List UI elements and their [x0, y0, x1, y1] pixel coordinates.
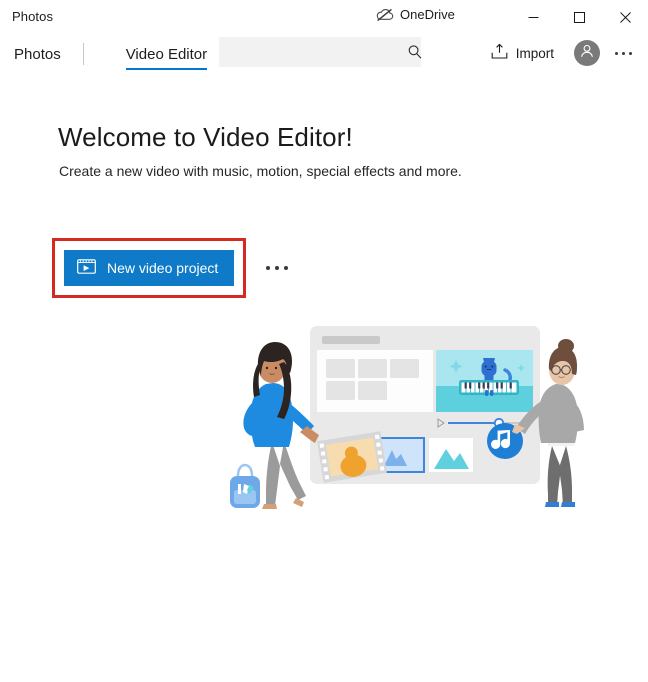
search-input[interactable]: [219, 43, 407, 61]
import-button[interactable]: Import: [483, 37, 562, 69]
avatar[interactable]: [574, 40, 600, 66]
tab-video-editor-underline: [125, 68, 208, 70]
tab-video-editor[interactable]: Video Editor: [125, 46, 208, 72]
video-project-icon: [77, 258, 96, 278]
window-controls: [510, 0, 648, 34]
search-box[interactable]: [219, 37, 423, 67]
more-horizontal-icon: [266, 266, 271, 270]
command-bar: Photos Video Editor Import: [0, 34, 648, 72]
illustration-preview-pane: [436, 350, 533, 412]
illustration-canvas: [230, 326, 584, 509]
title-bar: Photos OneDrive: [0, 0, 648, 34]
tab-strip: Photos Video Editor: [0, 34, 208, 72]
highlight-annotation: New video project: [52, 238, 247, 298]
import-icon: [491, 43, 508, 63]
tab-photos[interactable]: Photos: [14, 46, 61, 72]
cloud-slash-icon: [376, 8, 394, 22]
more-horizontal-icon: [614, 51, 632, 55]
close-button[interactable]: [602, 0, 648, 34]
new-video-project-button[interactable]: New video project: [64, 250, 235, 286]
search-icon[interactable]: [407, 44, 423, 60]
app-title: Photos: [12, 9, 54, 24]
import-label: Import: [515, 45, 554, 61]
command-bar-actions: Import: [483, 34, 640, 72]
minimize-button[interactable]: [510, 0, 556, 34]
tab-divider: [82, 43, 84, 65]
tab-photos-label: Photos: [14, 46, 61, 63]
new-video-project-label: New video project: [107, 260, 219, 276]
page-title: Welcome to Video Editor!: [58, 122, 353, 152]
project-more-options-button[interactable]: [262, 258, 292, 278]
tab-photos-underline: [14, 68, 61, 70]
tab-video-editor-label: Video Editor: [125, 46, 208, 63]
person-icon: [579, 43, 595, 64]
onedrive-label: OneDrive: [400, 7, 455, 22]
page-subtitle: Create a new video with music, motion, s…: [59, 163, 462, 179]
more-options-button[interactable]: [606, 37, 640, 69]
maximize-button[interactable]: [556, 0, 602, 34]
video-editor-hero-illustration: [222, 314, 604, 522]
onedrive-status[interactable]: OneDrive: [376, 7, 455, 22]
illustration-backpack: [230, 463, 260, 508]
action-row: New video project: [52, 238, 292, 298]
